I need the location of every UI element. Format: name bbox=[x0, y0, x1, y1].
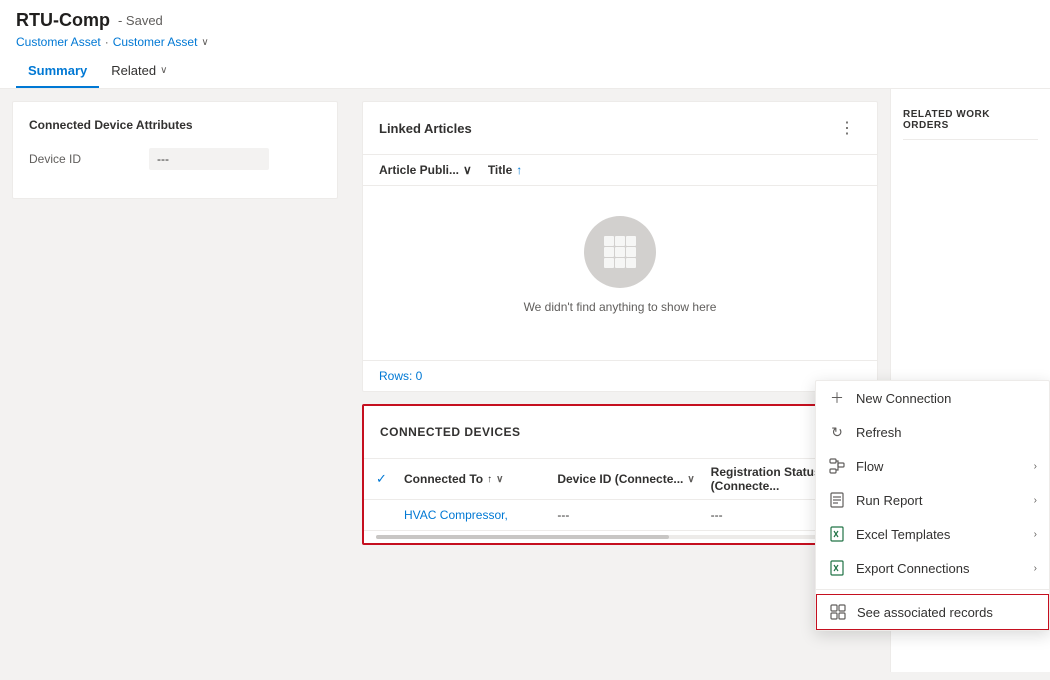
breadcrumb-level1[interactable]: Customer Asset bbox=[16, 35, 101, 49]
menu-run-report-label: Run Report bbox=[856, 493, 1024, 508]
connected-devices-wrapper: CONNECTED DEVICES ⋮ ✓ Connected To ↑ ∨ D… bbox=[362, 404, 878, 545]
related-work-orders-title: RELATED WORK ORDERS bbox=[891, 101, 1050, 139]
col-connected-to-label: Connected To bbox=[404, 472, 483, 486]
saved-badge: - Saved bbox=[118, 13, 163, 28]
menu-item-excel-templates[interactable]: Excel Templates › bbox=[816, 517, 1049, 551]
connected-devices-title: CONNECTED DEVICES bbox=[380, 425, 521, 439]
tab-summary[interactable]: Summary bbox=[16, 55, 99, 88]
device-id-field-row: Device ID --- bbox=[29, 148, 321, 170]
linked-articles-menu-button[interactable]: ⋮ bbox=[833, 114, 861, 142]
tab-related[interactable]: Related ∨ bbox=[99, 55, 179, 88]
title-row: RTU-Comp - Saved bbox=[16, 10, 1034, 31]
export-chevron-icon: › bbox=[1034, 563, 1037, 574]
device-id-value: --- bbox=[149, 148, 269, 170]
menu-new-connection-label: New Connection bbox=[856, 391, 1037, 406]
export-icon bbox=[828, 559, 846, 577]
tab-summary-label: Summary bbox=[28, 63, 87, 78]
breadcrumb: Customer Asset · Customer Asset ∨ bbox=[16, 35, 1034, 49]
menu-item-see-associated[interactable]: See associated records bbox=[816, 594, 1049, 630]
col-device-id-chevron-icon: ∨ bbox=[687, 474, 694, 485]
linked-articles-card: Linked Articles ⋮ Article Publi... ∨ Tit… bbox=[362, 101, 878, 392]
table-row: HVAC Compressor, --- --- bbox=[364, 500, 876, 531]
flow-icon bbox=[828, 457, 846, 475]
associated-records-icon bbox=[829, 603, 847, 621]
report-icon bbox=[828, 491, 846, 509]
connected-device-attributes-card: Connected Device Attributes Device ID --… bbox=[12, 101, 338, 199]
run-report-chevron-icon: › bbox=[1034, 495, 1037, 506]
record-name: RTU-Comp bbox=[16, 10, 110, 31]
linked-articles-title: Linked Articles bbox=[379, 121, 472, 136]
col-title[interactable]: Title ↑ bbox=[488, 163, 522, 177]
menu-refresh-label: Refresh bbox=[856, 425, 1037, 440]
menu-item-flow[interactable]: Flow › bbox=[816, 449, 1049, 483]
menu-see-associated-label: See associated records bbox=[857, 605, 1036, 620]
menu-item-run-report[interactable]: Run Report › bbox=[816, 483, 1049, 517]
linked-articles-columns: Article Publi... ∨ Title ↑ bbox=[363, 155, 877, 186]
card-title: Connected Device Attributes bbox=[29, 118, 321, 132]
tab-bar: Summary Related ∨ bbox=[16, 55, 1034, 88]
excel-chevron-icon: › bbox=[1034, 529, 1037, 540]
col-device-id-label: Device ID (Connecte... bbox=[557, 472, 683, 486]
tab-related-chevron-icon: ∨ bbox=[160, 65, 167, 76]
connected-to-value[interactable]: HVAC Compressor, bbox=[404, 508, 557, 522]
context-menu: ＋ New Connection ↻ Refresh Flow › Run Re… bbox=[815, 380, 1050, 631]
flow-chevron-icon: › bbox=[1034, 461, 1037, 472]
menu-excel-label: Excel Templates bbox=[856, 527, 1024, 542]
devices-scrollbar-thumb bbox=[376, 535, 669, 539]
empty-state-icon bbox=[584, 216, 656, 288]
col-article-publi-chevron-icon: ∨ bbox=[463, 163, 472, 177]
menu-divider bbox=[816, 589, 1049, 590]
refresh-icon: ↻ bbox=[828, 423, 846, 441]
center-panel: Linked Articles ⋮ Article Publi... ∨ Tit… bbox=[350, 89, 890, 672]
col-title-sort-icon: ↑ bbox=[516, 163, 522, 177]
menu-item-refresh[interactable]: ↻ Refresh bbox=[816, 415, 1049, 449]
plus-icon: ＋ bbox=[828, 389, 846, 407]
select-all-checkbox-icon[interactable]: ✓ bbox=[376, 471, 404, 487]
page-header: RTU-Comp - Saved Customer Asset · Custom… bbox=[0, 0, 1050, 89]
devices-column-headers: ✓ Connected To ↑ ∨ Device ID (Connecte..… bbox=[364, 459, 876, 500]
device-id-cell: --- bbox=[557, 508, 710, 522]
menu-item-new-connection[interactable]: ＋ New Connection bbox=[816, 381, 1049, 415]
col-article-publi[interactable]: Article Publi... ∨ bbox=[379, 163, 472, 177]
rows-count: Rows: 0 bbox=[363, 360, 877, 391]
tab-related-label: Related bbox=[111, 63, 156, 78]
menu-export-label: Export Connections bbox=[856, 561, 1024, 576]
linked-articles-header: Linked Articles ⋮ bbox=[363, 102, 877, 155]
empty-text: We didn't find anything to show here bbox=[524, 300, 717, 314]
linked-articles-empty-state: We didn't find anything to show here bbox=[363, 186, 877, 360]
col-connected-to-chevron-icon: ∨ bbox=[496, 474, 503, 485]
breadcrumb-level2[interactable]: Customer Asset bbox=[113, 35, 198, 49]
connected-devices-header: CONNECTED DEVICES ⋮ bbox=[364, 406, 876, 459]
menu-flow-label: Flow bbox=[856, 459, 1024, 474]
connected-devices-card: CONNECTED DEVICES ⋮ ✓ Connected To ↑ ∨ D… bbox=[362, 404, 878, 545]
col-title-label: Title bbox=[488, 163, 512, 177]
menu-item-export-connections[interactable]: Export Connections › bbox=[816, 551, 1049, 585]
device-id-label: Device ID bbox=[29, 152, 149, 166]
left-panel: Connected Device Attributes Device ID --… bbox=[0, 89, 350, 672]
right-panel-divider bbox=[903, 139, 1038, 140]
grid-icon bbox=[600, 232, 640, 272]
excel-icon bbox=[828, 525, 846, 543]
col-connected-to-sort-icon: ↑ bbox=[487, 474, 492, 485]
devices-scrollbar bbox=[376, 535, 864, 539]
col-device-id[interactable]: Device ID (Connecte... ∨ bbox=[557, 472, 710, 486]
breadcrumb-chevron-icon[interactable]: ∨ bbox=[201, 37, 208, 48]
col-article-publi-label: Article Publi... bbox=[379, 163, 459, 177]
breadcrumb-separator: · bbox=[105, 35, 109, 49]
col-connected-to[interactable]: Connected To ↑ ∨ bbox=[404, 472, 557, 486]
